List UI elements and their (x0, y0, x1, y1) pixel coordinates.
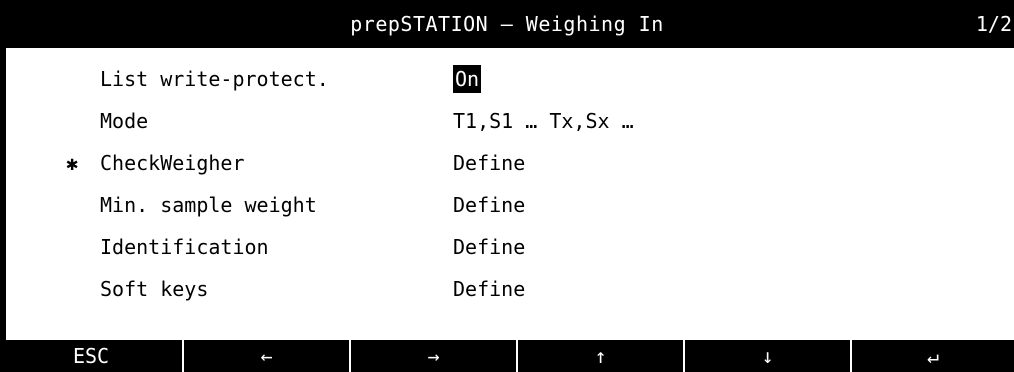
row-min-sample-weight[interactable]: Min. sample weight Define (6, 184, 1014, 226)
row-label: Soft keys (100, 277, 209, 301)
row-mode[interactable]: Mode T1,S1 … Tx,Sx … (6, 100, 1014, 142)
row-value-selected[interactable]: On (453, 65, 482, 93)
row-marker (66, 268, 96, 310)
esc-button[interactable]: ESC (0, 340, 182, 372)
row-value[interactable]: Define (453, 142, 525, 184)
row-label: List write-protect. (100, 67, 329, 91)
arrow-right-icon[interactable]: → (349, 340, 516, 372)
row-soft-keys[interactable]: Soft keys Define (6, 268, 1014, 310)
arrow-left-icon[interactable]: ← (182, 340, 349, 372)
row-label: Min. sample weight (100, 193, 317, 217)
row-list-write-protect[interactable]: List write-protect. On (6, 58, 1014, 100)
arrow-down-icon[interactable]: ↓ (683, 340, 850, 372)
row-value[interactable]: T1,S1 … Tx,Sx … (453, 100, 634, 142)
screen-title: prepSTATION – Weighing In (350, 12, 664, 36)
row-checkweigher[interactable]: ✱ CheckWeigher Define (6, 142, 1014, 184)
page-indicator: 1/2 (975, 12, 1012, 36)
softkey-bar: ESC ← → ↑ ↓ ↵ (0, 340, 1014, 372)
row-label: CheckWeigher (100, 151, 245, 175)
row-value[interactable]: Define (453, 268, 525, 310)
row-marker (66, 184, 96, 226)
row-marker (66, 226, 96, 268)
row-value[interactable]: Define (453, 226, 525, 268)
weighing-in-screen: prepSTATION – Weighing In 1/2 List write… (0, 0, 1014, 372)
row-label: Mode (100, 109, 149, 133)
asterisk-marker-icon: ✱ (66, 151, 79, 175)
row-marker (66, 100, 96, 142)
arrow-up-icon[interactable]: ↑ (516, 340, 683, 372)
row-marker (66, 58, 96, 100)
enter-icon[interactable]: ↵ (850, 340, 1014, 372)
title-bar: prepSTATION – Weighing In 1/2 (0, 0, 1014, 48)
settings-list: List write-protect. On Mode T1,S1 … Tx,S… (0, 48, 1014, 340)
row-label: Identification (100, 235, 269, 259)
row-identification[interactable]: Identification Define (6, 226, 1014, 268)
row-value[interactable]: Define (453, 184, 525, 226)
